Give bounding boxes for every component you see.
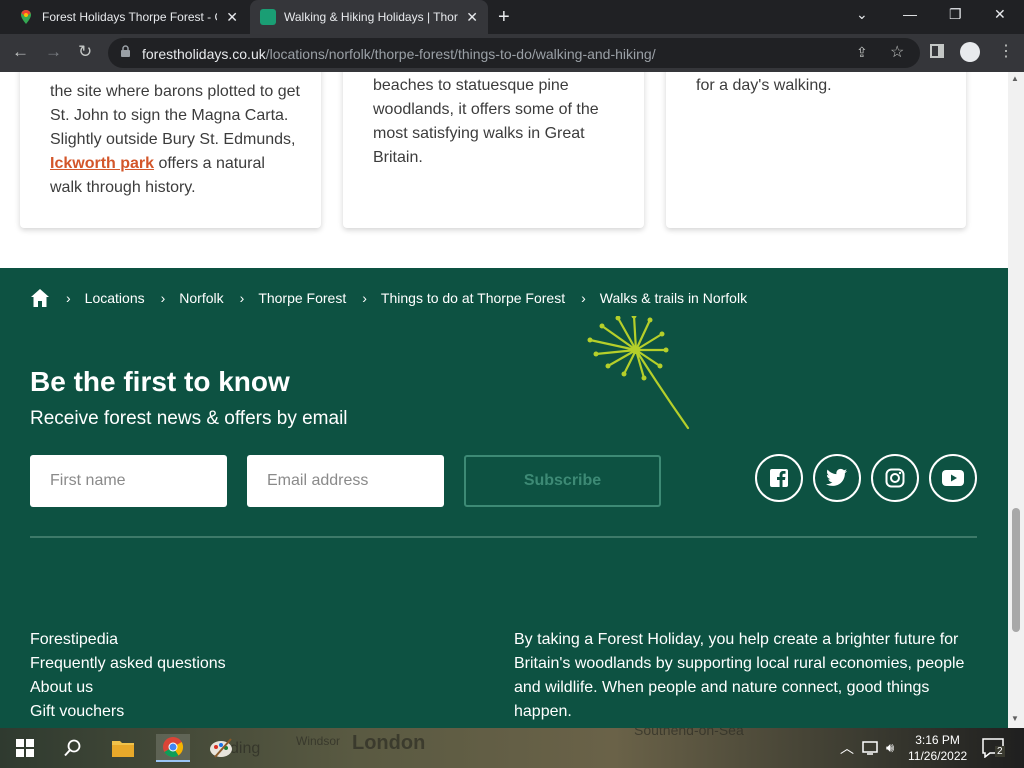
walk-card-text: for a day's walking. [696,77,832,94]
ickworth-park-link[interactable]: Ickworth park [50,155,154,172]
reload-icon[interactable]: ↻ [78,42,92,62]
url-text: forestholidays.co.uk/locations/norfolk/t… [142,46,656,62]
browser-toolbar: ← → ↻ forestholidays.co.uk/locations/nor… [0,34,1024,72]
lock-icon [121,45,130,57]
wallpaper-label: Southend-on-Sea [634,728,744,738]
windows-taskbar: ding Windsor London Southend-on-Sea ︿ 🔊︎… [0,728,1024,768]
breadcrumb: › Locations › Norfolk › Thorpe Forest › … [30,288,747,308]
file-explorer-icon[interactable] [108,734,138,762]
paint-app-icon[interactable] [206,734,236,762]
notification-center-icon[interactable]: 2 [982,738,1005,763]
close-icon[interactable]: ✕ [466,9,478,26]
youtube-icon[interactable] [929,454,977,502]
tab-forest-holidays-maps[interactable]: Forest Holidays Thorpe Forest - G ✕ [8,0,248,34]
newsletter-title: Be the first to know [30,366,290,397]
footer-link-about-us[interactable]: About us [30,676,226,700]
side-panel-icon[interactable] [930,44,944,58]
page-scrollbar[interactable]: ▲ ▼ [1008,72,1024,728]
breadcrumb-walks-trails[interactable]: Walks & trails in Norfolk [600,290,747,306]
bookmark-star-icon[interactable]: ☆ [890,42,904,62]
show-hidden-icons-chevron-icon[interactable]: ︿ [840,738,854,758]
instagram-icon[interactable] [871,454,919,502]
network-icon[interactable] [862,740,880,759]
chevron-right-icon: › [66,290,71,306]
wallpaper-label: Windsor [296,734,341,748]
footer-divider [30,536,977,538]
subscribe-button[interactable]: Subscribe [464,455,661,507]
footer-links: Forestipedia Frequently asked questions … [30,628,226,724]
close-icon[interactable]: ✕ [226,9,238,26]
share-icon[interactable]: ⇪ [856,44,868,61]
breadcrumb-thorpe-forest[interactable]: Thorpe Forest [258,290,346,306]
taskbar-clock[interactable]: 3:16 PM 11/26/2022 [908,732,967,764]
facebook-icon[interactable] [755,454,803,502]
new-tab-plus-icon[interactable]: + [498,6,510,29]
volume-icon[interactable]: 🔊︎ [886,740,894,756]
first-name-input[interactable]: First name [30,455,227,507]
back-arrow-icon[interactable]: ← [12,42,29,62]
dandelion-illustration [587,316,690,430]
chevron-right-icon: › [362,290,367,306]
breadcrumb-locations[interactable]: Locations [85,290,145,306]
url-host: forestholidays.co.uk [142,46,266,62]
walk-card-text: beaches to statuesque pine woodlands, it… [373,77,599,166]
walk-card-text: the site where barons plotted to get St.… [50,80,300,200]
tab-title: Forest Holidays Thorpe Forest - G [42,10,217,24]
walk-card: the site where barons plotted to get St.… [20,72,321,228]
tab-bar: Forest Holidays Thorpe Forest - G ✕ Walk… [0,0,1024,34]
chevron-right-icon: › [160,290,166,306]
scrollbar-thumb[interactable] [1012,508,1020,632]
minimize-icon[interactable]: — [903,6,917,22]
footer-link-forestipedia[interactable]: Forestipedia [30,628,226,652]
maps-pin-icon [21,10,31,24]
tab-search-chevron-icon[interactable]: ⌄ [856,6,868,23]
breadcrumb-norfolk[interactable]: Norfolk [179,290,223,306]
chevron-right-icon: › [581,290,586,306]
windows-start-icon[interactable] [10,734,40,762]
profile-avatar-icon[interactable] [960,42,980,62]
wallpaper-label: London [352,732,426,754]
site-footer: › Locations › Norfolk › Thorpe Forest › … [0,268,1008,728]
scroll-up-arrow-icon[interactable]: ▲ [1011,74,1019,83]
walk-card: beaches to statuesque pine woodlands, it… [343,72,644,228]
url-path: /locations/norfolk/thorpe-forest/things-… [265,46,656,62]
footer-link-faq[interactable]: Frequently asked questions [30,652,226,676]
tab-title: Walking & Hiking Holidays | Thor [284,10,458,24]
walk-card: for a day's walking. [666,72,966,228]
chevron-right-icon: › [239,290,245,306]
footer-blurb: By taking a Forest Holiday, you help cre… [514,631,965,720]
tab-walking-hiking[interactable]: Walking & Hiking Holidays | Thor ✕ [250,0,488,34]
address-bar[interactable]: forestholidays.co.uk/locations/norfolk/t… [108,38,920,68]
kebab-menu-icon[interactable]: ⋮ [998,41,1014,61]
page-viewport: the site where barons plotted to get St.… [0,72,1008,728]
notification-count: 2 [995,746,1005,757]
home-icon[interactable] [30,288,50,308]
forward-arrow-icon[interactable]: → [45,42,62,62]
newsletter-subtitle: Receive forest news & offers by email [30,408,348,429]
window-close-icon[interactable]: ✕ [994,6,1006,23]
restore-icon[interactable]: ❐ [949,6,962,23]
footer-link-gift-vouchers[interactable]: Gift vouchers [30,700,226,724]
scroll-down-arrow-icon[interactable]: ▼ [1011,714,1019,723]
chrome-icon[interactable] [156,734,190,762]
twitter-icon[interactable] [813,454,861,502]
clock-date: 11/26/2022 [908,749,968,763]
card-text-before: the site where barons plotted to get St.… [50,83,300,148]
email-input[interactable]: Email address [247,455,444,507]
forest-holidays-favicon-icon [260,9,276,25]
clock-time: 3:16 PM [915,733,960,747]
search-icon[interactable] [58,734,88,762]
breadcrumb-things-to-do[interactable]: Things to do at Thorpe Forest [381,290,565,306]
